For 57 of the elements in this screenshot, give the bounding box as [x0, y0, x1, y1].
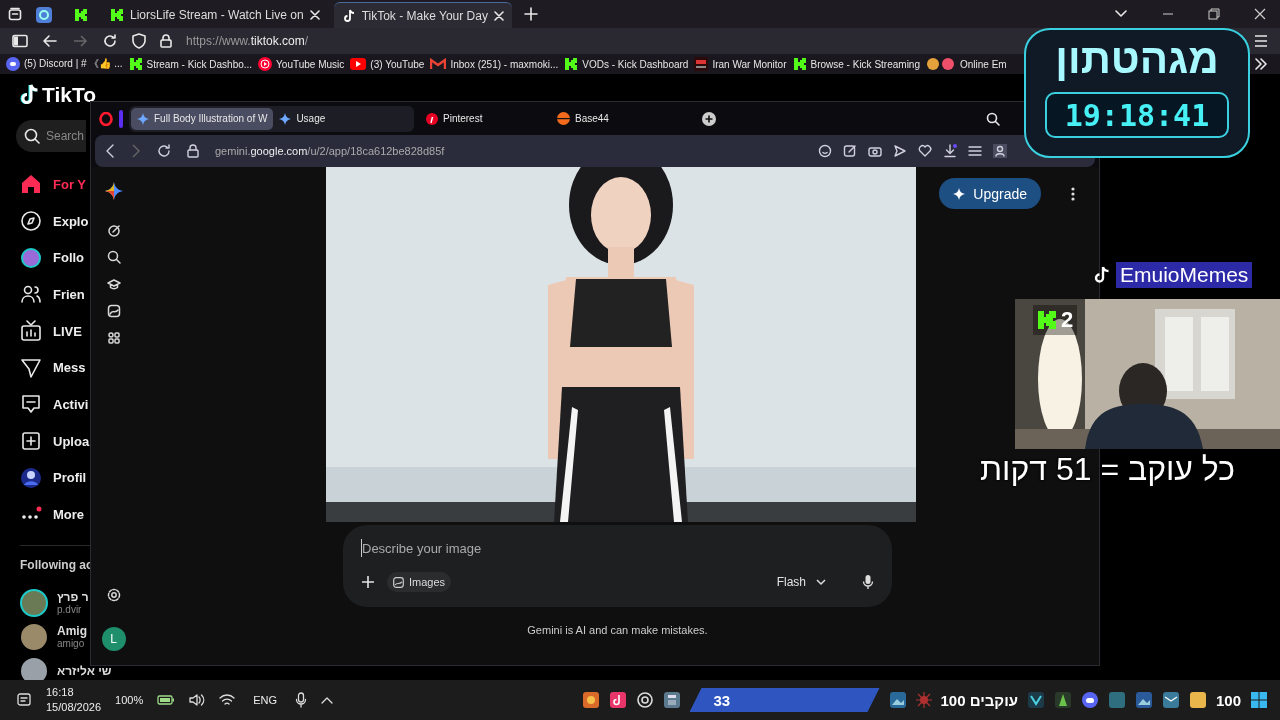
upgrade-button[interactable]: Upgrade [939, 178, 1041, 209]
nav-item[interactable]: Profil [53, 470, 87, 486]
tab-title: Pinterest [443, 113, 483, 124]
date-text: 15/08/2026 [46, 700, 102, 715]
bookmark[interactable]: Browse - Kick Streaming [792, 57, 920, 71]
bookmark[interactable]: (5) Discord | # 《👍 ... [6, 57, 123, 71]
browser-tab[interactable]: LiorsLife Stream - Watch Live on [102, 2, 328, 28]
search-field[interactable]: Search [16, 120, 86, 152]
nav-item[interactable]: Uploa [53, 433, 90, 449]
bookmark[interactable]: Online Em [926, 57, 1007, 71]
bookmark[interactable]: YouTube Music [258, 57, 345, 71]
nav-item[interactable]: Follo [53, 250, 85, 266]
address-field[interactable]: https://www.tiktok.com/ [186, 34, 309, 48]
username: EmuioMemes [1116, 262, 1253, 288]
count-text: 33 [713, 691, 731, 709]
browser-tab[interactable]: Pinterest [420, 107, 545, 130]
bookmark[interactable]: Iran War Monitor [694, 57, 787, 71]
account-name[interactable]: Amig [57, 624, 87, 639]
tab-title: Usage [296, 113, 326, 124]
nav-item[interactable]: Activi [53, 396, 89, 412]
nav-item[interactable]: For Y [53, 176, 86, 192]
follower-text: 100 עוקבים [940, 691, 1018, 709]
nav-item[interactable]: LIVE [53, 323, 82, 339]
clock-text: 19:18:41 [1045, 92, 1229, 138]
account-name[interactable]: שי אליזרא [57, 663, 112, 678]
count-text: 100 [1215, 691, 1241, 709]
account-handle: amigo [57, 638, 85, 650]
time-text: 16:18 [46, 685, 75, 700]
language-text[interactable]: ENG [253, 694, 278, 706]
nav-item[interactable]: Mess [53, 360, 86, 376]
model-dropdown[interactable]: Flash [770, 574, 832, 590]
browser-tab[interactable]: Base44 [551, 107, 676, 130]
count-text: 2 [1061, 307, 1074, 333]
browser-tab[interactable]: Usage [273, 107, 332, 130]
tab-title: Base44 [575, 113, 609, 124]
browser-tab[interactable]: TikTok - Make Your Day [333, 1, 512, 29]
tab-title: LiorsLife Stream - Watch Live on [130, 8, 304, 22]
bookmark[interactable]: Stream - Kick Dashbo... [128, 57, 253, 71]
logo-text: מגהטתון [1055, 34, 1219, 84]
browser-tab[interactable]: Full Body Illustration of W [131, 107, 274, 130]
disclaimer-text: Gemini is AI and can make mistakes. [527, 624, 708, 636]
account-handle: p.dvir [57, 604, 82, 616]
images-button[interactable]: Images [387, 572, 452, 592]
prompt-field[interactable]: Describe your image [361, 539, 874, 557]
bookmark[interactable]: VODs - Kick Dashboard [564, 57, 689, 71]
nav-item[interactable]: Explo [53, 213, 89, 229]
bookmark[interactable]: Inbox (251) - maxmoki... [430, 58, 559, 70]
tab-title: TikTok - Make Your Day [361, 8, 488, 23]
caption-text: כל עוקב = 51 דקות [980, 451, 1235, 488]
account-name[interactable]: ר פרץ [57, 590, 89, 605]
bookmark[interactable]: (3) YouTube [350, 58, 425, 70]
avatar[interactable]: L [101, 627, 126, 651]
logo-text: TikTo [42, 83, 97, 107]
battery-text: 100% [115, 694, 144, 706]
tab-title: Full Body Illustration of W [154, 113, 268, 124]
nav-item[interactable]: More [53, 507, 85, 523]
nav-item[interactable]: Frien [53, 286, 85, 302]
